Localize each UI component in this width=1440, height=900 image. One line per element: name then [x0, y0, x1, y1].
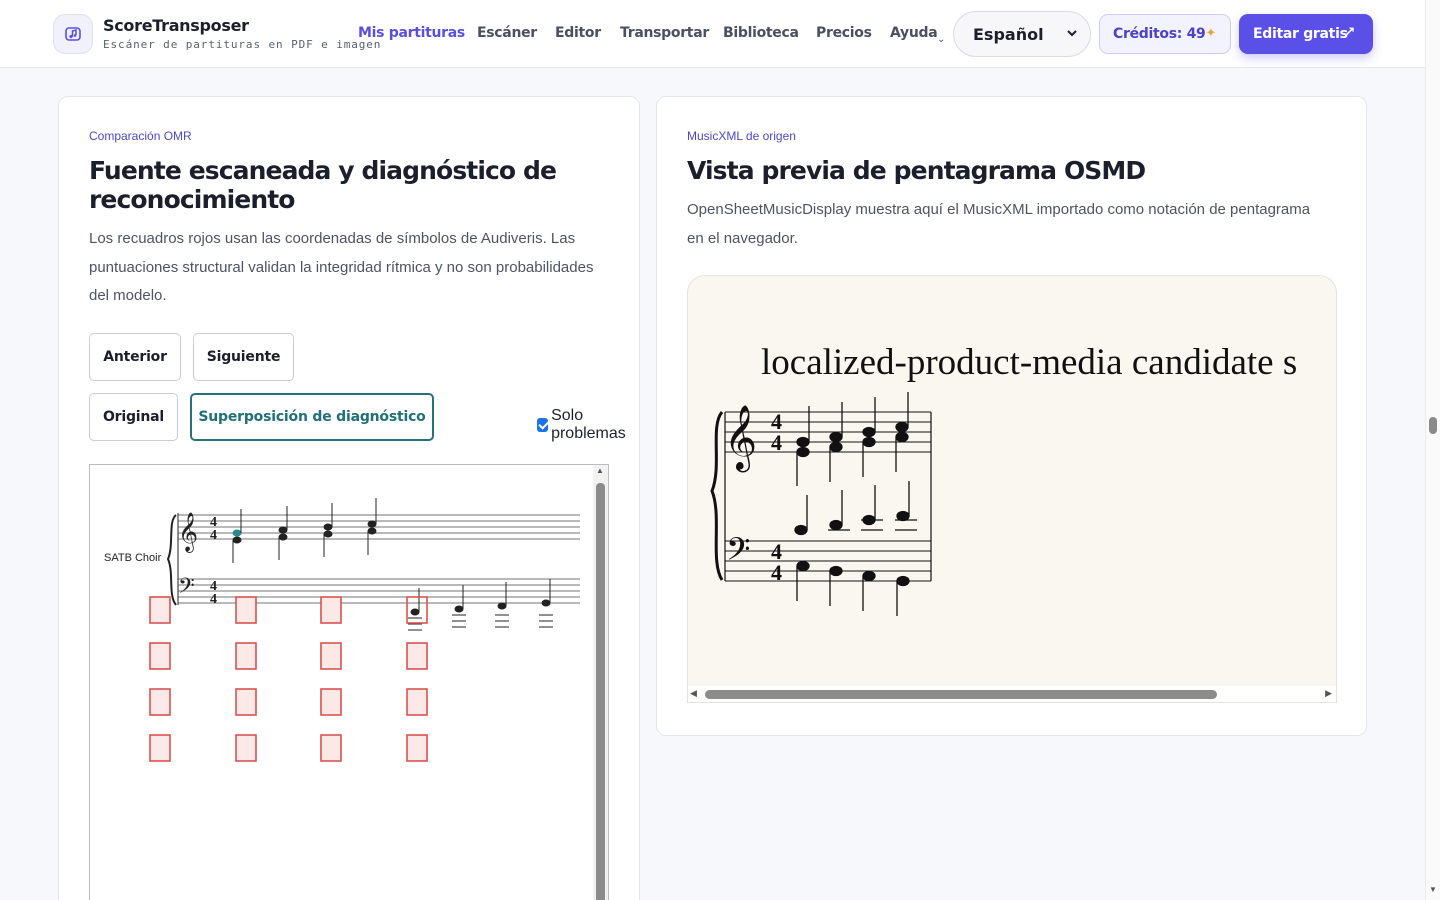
- diagnostic-box[interactable]: [406, 734, 428, 762]
- page-scrollbar[interactable]: ▼: [1425, 0, 1440, 900]
- diagnostic-box[interactable]: [406, 688, 428, 716]
- bass-notes: [408, 579, 553, 631]
- scroll-right-arrow-icon[interactable]: ▶: [1325, 688, 1332, 699]
- diagnostic-box[interactable]: [320, 596, 342, 624]
- scroll-left-arrow-icon[interactable]: ◀: [690, 688, 697, 699]
- osmd-render-area[interactable]: localized-product-media candidate s 𝄞 4 …: [687, 275, 1337, 703]
- omr-title: Fuente escaneada y diagnóstico de recono…: [89, 156, 557, 214]
- osmd-title: Vista previa de pentagrama OSMD: [687, 156, 1146, 185]
- osmd-preview-card: MusicXML de origen Vista previa de penta…: [656, 96, 1367, 736]
- osmd-treble-clef-icon: 𝄞: [724, 405, 757, 472]
- diagnostic-box[interactable]: [149, 734, 171, 762]
- diagnostic-box[interactable]: [320, 734, 342, 762]
- nav-precios[interactable]: Precios: [816, 25, 872, 41]
- diagnostic-box[interactable]: [235, 688, 257, 716]
- nav-editor[interactable]: Editor: [555, 25, 601, 41]
- osmd-bass-clef-icon: 𝄢: [726, 531, 750, 575]
- diagnostic-box[interactable]: [320, 642, 342, 670]
- only-problems-checkbox[interactable]: [537, 418, 549, 432]
- arrow-up-right-icon: ↗: [1344, 25, 1355, 40]
- osmd-description: OpenSheetMusicDisplay muestra aquí el Mu…: [687, 201, 1311, 247]
- brand-tagline: Escáner de partituras en PDF e imagen: [103, 38, 382, 51]
- bass-clef-icon: 𝄢: [178, 574, 195, 604]
- diagnostic-box[interactable]: [149, 688, 171, 716]
- previous-button[interactable]: Anterior: [89, 333, 181, 381]
- osmd-bass-staff: [725, 540, 931, 582]
- diagnostic-box[interactable]: [235, 642, 257, 670]
- viewer-scrollbar-thumb[interactable]: [596, 483, 605, 900]
- music-note-icon: [65, 27, 81, 41]
- page-scrollbar-thumb[interactable]: [1429, 417, 1437, 434]
- omr-eyebrow: Comparación OMR: [89, 129, 192, 143]
- osmd-system-brace: [710, 411, 724, 581]
- only-problems-toggle[interactable]: Solo problemas: [537, 407, 639, 443]
- scroll-up-arrow-icon[interactable]: ▲: [596, 466, 604, 475]
- osmd-horizontal-scrollbar[interactable]: ◀ ▶: [688, 686, 1336, 702]
- treble-notes: [232, 498, 377, 563]
- view-overlay-button[interactable]: Superposición de diagnóstico: [190, 393, 434, 441]
- nav-escaner[interactable]: Escáner: [477, 25, 537, 41]
- omr-description: Los recuadros rojos usan las coordenadas…: [89, 230, 594, 304]
- nav-mis-partituras[interactable]: Mis partituras: [358, 25, 465, 41]
- time-sig-bottom-bass: 4: [210, 592, 217, 607]
- language-select[interactable]: Español: [953, 11, 1091, 57]
- chevron-down-icon: [1067, 30, 1077, 37]
- top-header: ScoreTransposer Escáner de partituras en…: [0, 0, 1425, 68]
- chevron-down-icon: ⌄: [937, 34, 946, 45]
- credits-button[interactable]: Créditos: 49 ✦: [1099, 14, 1231, 54]
- edit-free-button[interactable]: Editar gratis ↗: [1239, 14, 1373, 54]
- diagnostic-box[interactable]: [235, 734, 257, 762]
- view-original-button[interactable]: Original: [89, 393, 178, 441]
- scroll-down-arrow-icon[interactable]: ▼: [1429, 885, 1437, 894]
- scanned-score: SATB Choir 𝄞 4 4 𝄢 4 4: [104, 498, 580, 762]
- next-button[interactable]: Siguiente: [193, 333, 294, 381]
- osmd-time-sig-bottom-bass: 4: [771, 560, 782, 585]
- nav-ayuda[interactable]: Ayuda: [890, 25, 938, 41]
- diagnostic-box[interactable]: [149, 596, 171, 624]
- osmd-eyebrow: MusicXML de origen: [687, 129, 796, 143]
- osmd-bass-notes: [796, 560, 910, 616]
- brand-name[interactable]: ScoreTransposer: [103, 16, 249, 35]
- edit-free-label: Editar gratis: [1253, 26, 1348, 42]
- diagnostic-box[interactable]: [149, 642, 171, 670]
- time-sig-bottom-treble: 4: [210, 528, 217, 543]
- omr-comparison-card: Comparación OMR Fuente escaneada y diagn…: [58, 96, 640, 900]
- osmd-time-sig-bottom-treble: 4: [771, 430, 782, 455]
- only-problems-label: Solo problemas: [551, 407, 626, 442]
- diagnostic-boxes: [149, 596, 428, 762]
- sparkle-icon: ✦: [1205, 26, 1216, 41]
- osmd-score-title: localized-product-media candidate s: [761, 342, 1297, 383]
- osmd-score: localized-product-media candidate s 𝄞 4 …: [710, 342, 1297, 616]
- diagnostic-box[interactable]: [235, 596, 257, 624]
- diagnostic-box[interactable]: [406, 642, 428, 670]
- nav-biblioteca[interactable]: Biblioteca: [723, 25, 799, 41]
- language-select-value: Español: [973, 24, 1044, 44]
- system-brace: [166, 514, 177, 606]
- credits-label: Créditos: 49: [1113, 26, 1206, 42]
- treble-clef-icon: 𝄞: [178, 512, 198, 553]
- osmd-scrollbar-thumb[interactable]: [705, 690, 1217, 699]
- brand-logo[interactable]: [53, 14, 93, 54]
- osmd-tenor-notes: [794, 481, 917, 536]
- nav-transportar[interactable]: Transportar: [620, 25, 709, 41]
- osmd-treble-notes: [796, 392, 909, 486]
- score-part-label: SATB Choir: [104, 552, 162, 564]
- scanned-score-viewer[interactable]: SATB Choir 𝄞 4 4 𝄢 4 4 ▲: [89, 464, 609, 900]
- viewer-scrollbar[interactable]: ▲: [593, 465, 608, 900]
- diagnostic-box[interactable]: [320, 688, 342, 716]
